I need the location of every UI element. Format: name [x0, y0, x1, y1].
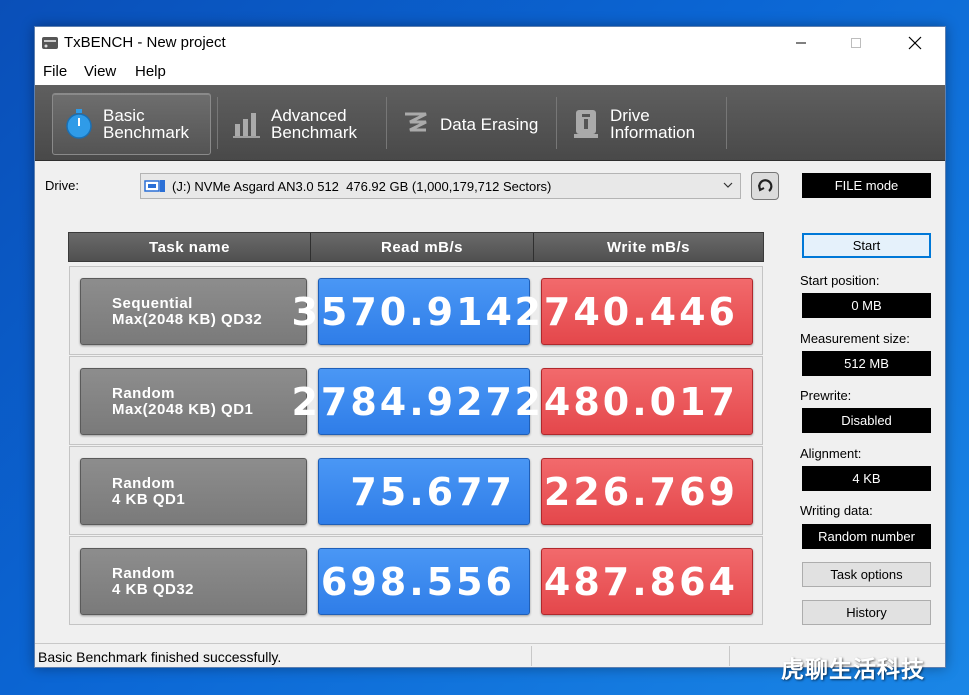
read-value: 3570.914 — [291, 278, 530, 345]
refresh-icon — [758, 179, 773, 192]
read-value: 698.556 — [318, 548, 530, 615]
prewrite-field[interactable]: Disabled — [802, 408, 931, 433]
tab-drive-information-label: Drive Information — [610, 106, 696, 142]
toolbar: Basic Benchmark Advanced Benchmark Data — [35, 85, 945, 161]
task-name-button[interactable]: Random Max(2048 KB) QD1 — [80, 368, 307, 435]
title-bar[interactable]: TxBENCH - New project — [35, 27, 945, 59]
drive-info-icon — [570, 108, 602, 140]
table-row: Random 4 KB QD32 698.556 487.864 — [69, 536, 763, 625]
tab-data-erasing[interactable]: Data Erasing — [390, 93, 555, 155]
maximize-icon — [851, 38, 861, 48]
tab-advanced-benchmark[interactable]: Advanced Benchmark — [221, 93, 381, 155]
write-value: 487.864 — [541, 548, 753, 615]
header-write: Write mB/s — [606, 238, 691, 256]
history-button[interactable]: History — [802, 600, 931, 625]
chevron-down-icon — [723, 182, 733, 188]
status-separator — [531, 646, 532, 666]
drive-select-value: (J:) NVMe Asgard AN3.0 512 476.92 GB (1,… — [172, 178, 552, 194]
tab-data-erasing-label: Data Erasing — [440, 114, 539, 134]
task-name-line2: 4 KB QD32 — [112, 580, 195, 598]
tab-drive-information[interactable]: Drive Information — [560, 93, 725, 155]
alignment-label: Alignment: — [800, 446, 862, 461]
disk-icon — [144, 180, 165, 192]
tab-basic-benchmark[interactable]: Basic Benchmark — [52, 93, 211, 155]
task-name-line1: Random — [112, 384, 175, 402]
window-title: TxBENCH - New project — [64, 34, 226, 51]
read-value: 2784.927 — [291, 368, 530, 435]
close-icon — [908, 36, 922, 50]
stopwatch-icon — [63, 108, 95, 140]
task-name-line2: Max(2048 KB) QD1 — [112, 400, 254, 418]
drive-label: Drive: — [45, 178, 79, 193]
minimize-button[interactable] — [778, 27, 824, 59]
write-value: 2740.446 — [514, 278, 753, 345]
header-task-name: Task name — [69, 233, 311, 261]
task-name-button[interactable]: Random 4 KB QD32 — [80, 548, 307, 615]
drive-select[interactable]: (J:) NVMe Asgard AN3.0 512 476.92 GB (1,… — [140, 173, 741, 199]
task-name-button[interactable]: Random 4 KB QD1 — [80, 458, 307, 525]
task-name-button[interactable]: Sequential Max(2048 KB) QD32 — [80, 278, 307, 345]
toolbar-separator — [386, 97, 387, 149]
eraser-icon — [400, 108, 432, 140]
tab-advanced-benchmark-label: Advanced Benchmark — [271, 106, 357, 142]
measurement-size-field[interactable]: 512 MB — [802, 351, 931, 376]
start-button[interactable]: Start — [802, 233, 931, 258]
app-window: TxBENCH - New project File View Help Bas… — [34, 26, 946, 668]
task-name-line1: Random — [112, 564, 175, 582]
prewrite-label: Prewrite: — [800, 388, 852, 403]
writing-data-field[interactable]: Random number — [802, 524, 931, 549]
alignment-field[interactable]: 4 KB — [802, 466, 931, 491]
toolbar-separator — [217, 97, 218, 149]
tab-basic-benchmark-label: Basic Benchmark — [103, 106, 189, 142]
refresh-button[interactable] — [751, 172, 779, 200]
start-position-field[interactable]: 0 MB — [802, 293, 931, 318]
app-icon — [42, 37, 58, 49]
write-value: 2480.017 — [514, 368, 753, 435]
task-name-line1: Random — [112, 474, 175, 492]
watermark-text: 虎聊生活科技 — [781, 656, 925, 682]
read-value: 75.677 — [318, 458, 530, 525]
header-read: Read mB/s — [311, 233, 534, 261]
maximize-button[interactable] — [833, 27, 879, 59]
toolbar-separator — [726, 97, 727, 149]
writing-data-label: Writing data: — [800, 503, 873, 518]
table-row: Sequential Max(2048 KB) QD32 3570.914 27… — [69, 266, 763, 355]
minimize-icon — [796, 42, 806, 44]
table-row: Random Max(2048 KB) QD1 2784.927 2480.01… — [69, 356, 763, 445]
start-position-label: Start position: — [800, 273, 880, 288]
task-options-button[interactable]: Task options — [802, 562, 931, 587]
file-mode-indicator[interactable]: FILE mode — [802, 173, 931, 198]
menu-view[interactable]: View — [84, 63, 116, 80]
measurement-size-label: Measurement size: — [800, 331, 910, 346]
toolbar-separator — [556, 97, 557, 149]
menu-bar: File View Help — [35, 59, 945, 85]
task-name-line1: Sequential — [112, 294, 193, 312]
task-name-line2: Max(2048 KB) QD32 — [112, 310, 263, 328]
close-button[interactable] — [892, 27, 938, 59]
task-name-line2: 4 KB QD1 — [112, 490, 186, 508]
results-table-header: Task name Read mB/s Write mB/s — [68, 232, 764, 262]
menu-file[interactable]: File — [43, 63, 67, 80]
status-text: Basic Benchmark finished successfully. — [38, 649, 282, 665]
menu-help[interactable]: Help — [135, 63, 166, 80]
write-value: 226.769 — [541, 458, 753, 525]
bar-chart-icon — [231, 108, 263, 140]
status-separator — [729, 646, 730, 666]
table-row: Random 4 KB QD1 75.677 226.769 — [69, 446, 763, 535]
